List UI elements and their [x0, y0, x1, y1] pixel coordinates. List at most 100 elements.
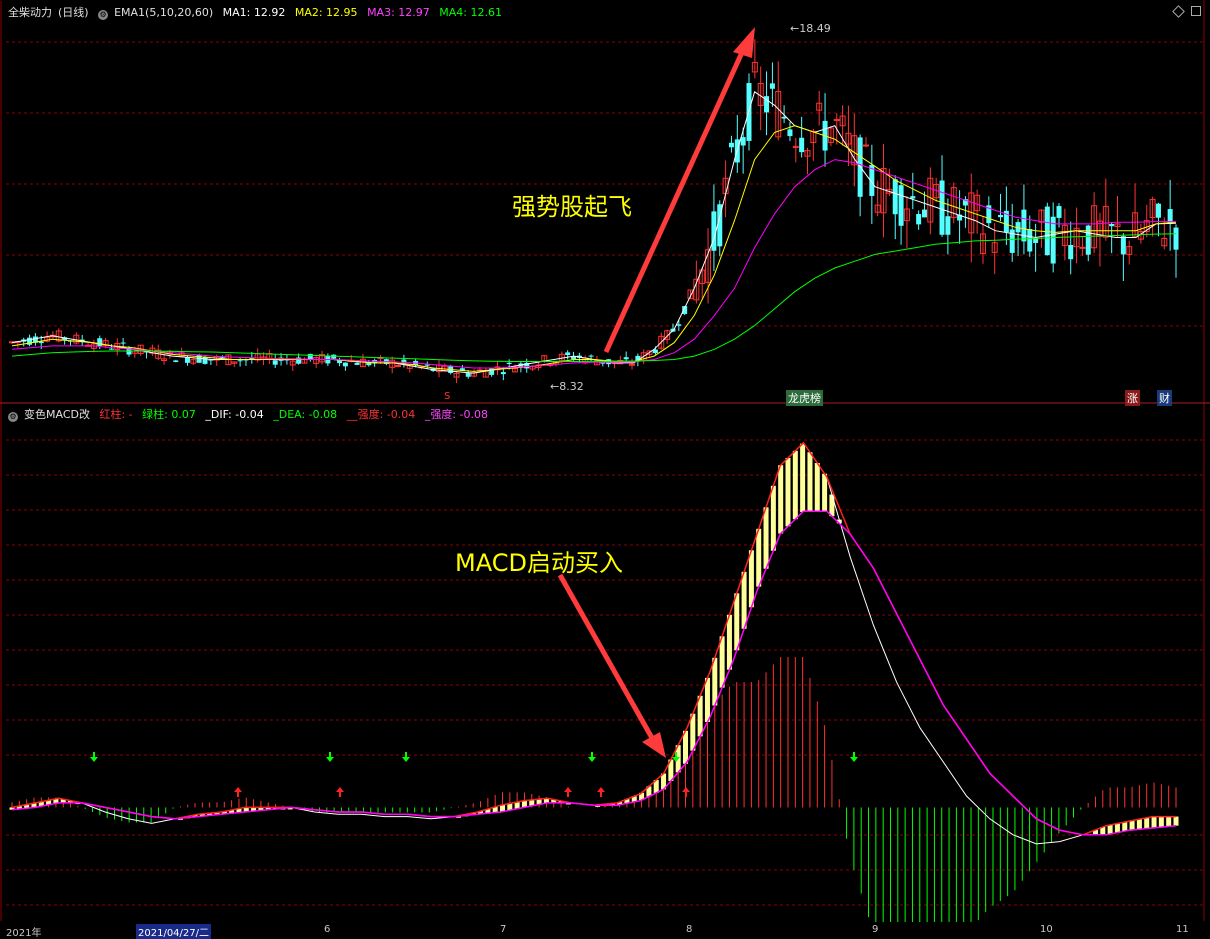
arrow-down-head [642, 732, 666, 758]
red-bar-value: 红柱: - [99, 408, 133, 421]
candle-body [120, 342, 126, 344]
candle-body [1056, 206, 1062, 218]
signal-down-10 [850, 752, 858, 762]
candle-body [916, 214, 922, 225]
candle-body [1155, 203, 1161, 218]
strength-bar [1129, 820, 1135, 830]
grid-lines [6, 41, 1204, 906]
ma-lines [11, 91, 1177, 374]
strength-bar [756, 528, 762, 587]
signal-down-4 [402, 752, 410, 762]
candle-body [354, 362, 360, 365]
ma3-value: MA3: 12.97 [367, 6, 430, 19]
candle-body [945, 216, 951, 235]
cai-tag[interactable]: 财 [1157, 390, 1172, 406]
candle-body [184, 357, 190, 363]
candle-body [588, 355, 594, 357]
strength-bar [726, 614, 732, 670]
candle-body [1085, 225, 1091, 255]
candle-body [500, 372, 506, 375]
strength-bar [814, 463, 820, 512]
arrow-down-shaft [557, 573, 655, 740]
strength-bar [829, 494, 835, 517]
restore-icon[interactable] [1191, 6, 1201, 16]
stock-chart [0, 0, 1210, 934]
strength-bar [1151, 816, 1157, 828]
candle-body [1173, 227, 1179, 250]
zhang-tag[interactable]: 涨 [1125, 390, 1140, 406]
strength-bar [770, 485, 776, 551]
candle-body [728, 142, 734, 148]
candle-body [506, 362, 512, 364]
high-price-label: ←18.49 [790, 22, 831, 35]
candle-body [623, 357, 629, 360]
candle-body [939, 180, 945, 235]
ma-line-1 [11, 91, 1177, 374]
candle-body [108, 348, 114, 350]
signal-down-6 [588, 752, 596, 762]
candle-body [910, 196, 916, 199]
period-text: (日线) [58, 6, 89, 19]
candle-body [342, 362, 348, 367]
date-label-6: 6 [324, 924, 331, 935]
candle-body [1079, 246, 1086, 249]
strength-bar [748, 550, 754, 608]
strength-bar [1136, 819, 1142, 830]
annotation-macd-buy: MACD启动买入 [455, 549, 623, 577]
strength-bar [778, 465, 784, 534]
low-price-label: ←8.32 [550, 380, 584, 393]
strength-bar [719, 636, 725, 688]
candle-body [1109, 223, 1115, 227]
strength-bar [1122, 822, 1128, 832]
date-label-0: 2021年 [6, 928, 42, 939]
signal-down-2 [326, 752, 334, 762]
longhu-tag[interactable]: 龙虎榜 [786, 390, 823, 406]
strength-bar [1158, 816, 1164, 828]
macd-settings-icon[interactable]: ⚙ [8, 412, 18, 422]
settings-icon[interactable]: ⚙ [98, 10, 109, 20]
candle-body [799, 137, 805, 153]
candle-body [173, 360, 179, 363]
strength-bar [1166, 816, 1172, 827]
strength-bar [1107, 824, 1113, 835]
candle-body [921, 209, 927, 218]
s-tag[interactable]: S [444, 391, 450, 402]
macd-lines [11, 441, 1177, 845]
strength-bar [1114, 823, 1120, 833]
candle-body [272, 360, 278, 365]
candle-body [424, 364, 430, 366]
candle-body [97, 338, 103, 346]
ma1-value: MA1: 12.92 [222, 6, 286, 19]
arrow-up-head [733, 27, 755, 58]
candle-body [787, 129, 793, 137]
annotation-arrows [557, 27, 755, 758]
candle-body [1021, 209, 1027, 242]
candle-body [571, 356, 577, 360]
candle-body [898, 185, 904, 226]
annotation-takeoff: 强势股起飞 [512, 193, 632, 221]
candle-body [1120, 236, 1126, 255]
candle-body [1044, 206, 1050, 256]
strength-bar [807, 452, 813, 512]
high-price-value: 18.49 [799, 22, 831, 35]
macd-header: ⚙ 变色MACD改 红柱: - 绿柱: 0.07 _DIF: -0.04 _DEA… [8, 406, 494, 422]
date-label-10: 10 [1040, 924, 1053, 935]
candle-body [331, 354, 337, 359]
candle-body [307, 353, 313, 360]
signal-up-1 [234, 787, 242, 797]
signal-down-0 [90, 752, 98, 762]
macd-name[interactable]: 变色MACD改 [24, 408, 90, 421]
ma-line-4 [11, 233, 1177, 362]
candle-body [1027, 229, 1033, 252]
ma4-value: MA4: 12.61 [439, 6, 502, 19]
candle-body [740, 137, 746, 146]
date-label-8: 8 [686, 924, 693, 935]
ma2-value: MA2: 12.95 [294, 6, 358, 19]
buy-sell-signals [90, 752, 858, 797]
strength-bar [734, 593, 740, 651]
macd-histogram [9, 443, 1179, 934]
stock-name[interactable]: 全柴动力 (日线) [8, 6, 95, 19]
candle-body [565, 352, 571, 356]
strength1-value: __强度: -0.04 [346, 408, 416, 421]
strength2-value: _强度: -0.08 [424, 408, 488, 421]
